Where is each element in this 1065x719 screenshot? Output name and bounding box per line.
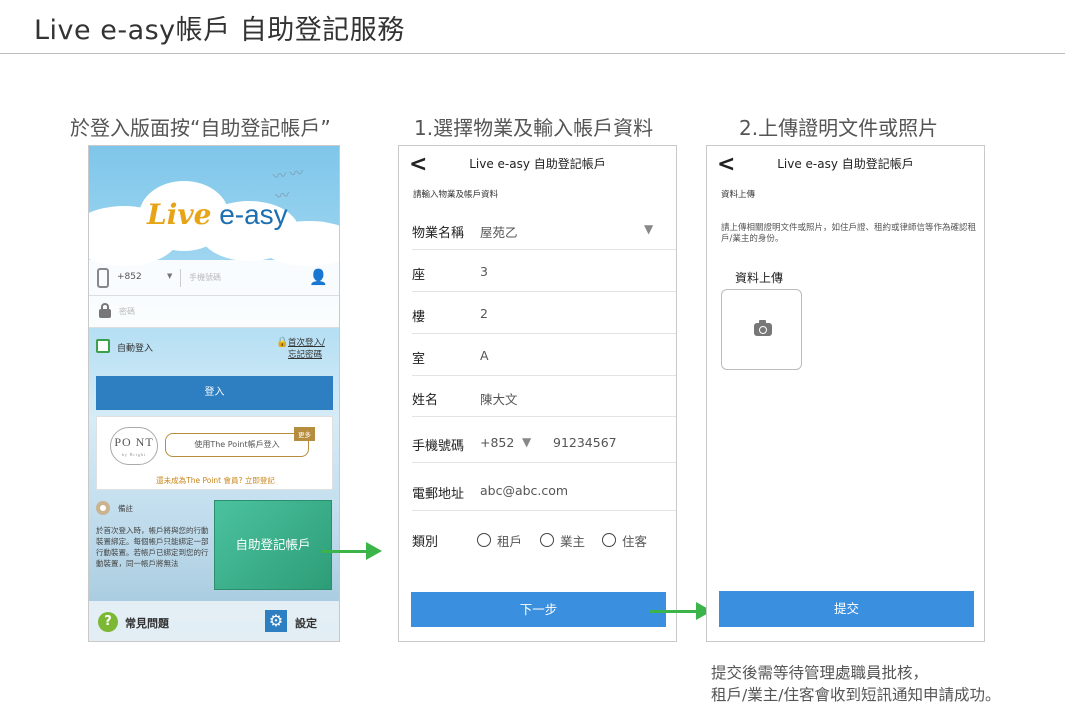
caption-step-1: 1.選擇物業及輸入帳戶資料	[414, 116, 654, 140]
unit-field[interactable]: 室 A	[412, 336, 676, 376]
register-screen: < Live e-asy 自助登記帳戶 請輸入物業及帳戶資料 物業名稱 屋苑乙 …	[398, 145, 677, 642]
email-field[interactable]: 電郵地址 abc@abc.com	[412, 471, 676, 511]
the-point-panel: PO NT by Bright 使用The Point帳戶登入 更多 還未成為Th…	[96, 416, 333, 490]
country-code-select[interactable]: +852	[117, 272, 142, 282]
login-screen: 〰〰〰 Live e-asy +852 ▼ 手機號碼 👤 密碼 自動登入 🔒 首…	[88, 145, 340, 642]
upload-label: 資料上傳	[735, 271, 784, 285]
phone-input[interactable]: 91234567	[553, 435, 617, 450]
unit-input[interactable]: A	[480, 348, 489, 363]
block-field[interactable]: 座 3	[412, 252, 676, 292]
auto-login-checkbox[interactable]	[96, 339, 110, 353]
phone-label: 手機號碼	[412, 439, 465, 454]
mobile-input[interactable]: 手機號碼	[189, 272, 221, 283]
bottom-bar: ? 常見問題 ⚙ 設定	[89, 601, 339, 641]
arrow-right-icon	[650, 602, 712, 620]
gear-icon[interactable]: ⚙	[265, 610, 287, 632]
name-input[interactable]: 陳大文	[480, 389, 518, 408]
upload-photo-box[interactable]	[721, 289, 802, 370]
add-user-icon[interactable]: 👤	[309, 268, 328, 286]
upload-subtitle: 資料上傳	[721, 190, 756, 200]
notes-title: 備註	[118, 504, 133, 513]
notes-text: 於首次登入時，帳戶將與您的行動裝置綁定。每個帳戶只能綁定一部行動裝置。若帳戶已綁…	[96, 526, 209, 568]
the-point-login-button[interactable]: 使用The Point帳戶登入	[165, 433, 309, 457]
the-point-register-link[interactable]: 還未成為The Point 會員? 立即登記	[97, 475, 334, 486]
unit-label: 室	[412, 352, 426, 367]
radio-resident-label[interactable]: 住客	[622, 531, 647, 550]
upload-description: 請上傳相關證明文件或照片，如住戶證、租約或律師信等作為確認租戶/業主的身份。	[721, 223, 977, 244]
caption-login-step: 於登入版面按“自助登記帳戶”	[70, 116, 331, 140]
first-login-text[interactable]: 首次登入/	[288, 338, 325, 348]
auto-login-label: 自動登入	[117, 344, 154, 354]
email-label: 電郵地址	[412, 487, 465, 502]
lock-icon	[99, 303, 111, 318]
type-field: 類別 租戶 業主 住客	[412, 519, 676, 559]
register-header-title: Live e-asy 自助登記帳戶	[469, 157, 606, 171]
name-label: 姓名	[412, 393, 439, 408]
page-title: Live e-asy帳戶 自助登記服務	[34, 15, 405, 46]
radio-tenant[interactable]	[477, 533, 491, 547]
field-divider	[180, 269, 181, 287]
notes-icon	[96, 501, 110, 515]
type-label: 類別	[412, 535, 439, 550]
radio-resident[interactable]	[602, 533, 616, 547]
name-field[interactable]: 姓名 陳大文	[412, 377, 676, 417]
logo-live-text: Live	[147, 198, 212, 231]
register-subtitle: 請輸入物業及帳戶資料	[413, 190, 499, 200]
the-point-logo-subtext: by Bright	[121, 452, 147, 457]
caret-down-icon[interactable]: ▼	[167, 272, 172, 280]
settings-link[interactable]: 設定	[295, 615, 317, 631]
upload-header-title: Live e-asy 自助登記帳戶	[777, 157, 914, 171]
the-point-logo: PO NT by Bright	[110, 427, 158, 465]
login-button[interactable]: 登入	[96, 376, 333, 410]
footnote-line-1: 提交後需等待管理處職員批核，	[711, 664, 929, 682]
arrow-right-icon	[322, 542, 382, 560]
the-point-logo-text: PO NT	[114, 435, 154, 449]
phone-code-select[interactable]: +852	[480, 435, 514, 450]
first-login-link[interactable]: 首次登入/忘記密碼	[288, 337, 325, 361]
notes-panel: 備註 於首次登入時，帳戶將與您的行動裝置綁定。每個帳戶只能綁定一部行動裝置。若帳…	[96, 501, 214, 595]
property-field[interactable]: 物業名稱 屋苑乙 ▼	[412, 210, 676, 250]
radio-owner-label[interactable]: 業主	[560, 531, 585, 550]
floor-input[interactable]: 2	[480, 306, 488, 321]
mobile-phone-icon	[97, 268, 109, 288]
radio-tenant-label[interactable]: 租戶	[497, 531, 522, 550]
auto-login-row: 自動登入 🔒 首次登入/忘記密碼	[96, 337, 336, 361]
floor-field[interactable]: 樓 2	[412, 294, 676, 334]
mobile-field[interactable]: +852 ▼ 手機號碼 👤	[89, 260, 339, 296]
phone-field[interactable]: 手機號碼 +852 ▼ 91234567	[412, 423, 676, 463]
block-label: 座	[412, 268, 426, 283]
dropdown-caret-icon[interactable]: ▼	[522, 435, 531, 449]
title-divider	[0, 53, 1065, 54]
property-label: 物業名稱	[412, 226, 465, 241]
approval-footnote: 提交後需等待管理處職員批核， 租戶/業主/住客會收到短訊通知申請成功。	[711, 662, 1000, 706]
self-register-button[interactable]: 自助登記帳戶	[214, 500, 332, 590]
email-input[interactable]: abc@abc.com	[480, 483, 568, 498]
upload-screen: < Live e-asy 自助登記帳戶 資料上傳 請上傳相關證明文件或照片，如住…	[706, 145, 985, 642]
logo-easy-text: e-asy	[211, 199, 288, 230]
app-logo: Live e-asy	[147, 198, 288, 231]
key-icon: 🔒	[276, 337, 289, 348]
more-badge[interactable]: 更多	[294, 427, 315, 441]
floor-label: 樓	[412, 310, 426, 325]
footnote-line-2: 租戶/業主/住客會收到短訊通知申請成功。	[711, 686, 1001, 704]
caption-step-2: 2.上傳證明文件或照片	[739, 116, 939, 140]
faq-link[interactable]: 常見問題	[125, 615, 169, 631]
property-select[interactable]: 屋苑乙	[480, 222, 518, 241]
block-input[interactable]: 3	[480, 264, 488, 279]
forgot-password-text[interactable]: 忘記密碼	[288, 350, 322, 360]
camera-icon[interactable]	[754, 320, 772, 336]
next-button[interactable]: 下一步	[411, 592, 666, 627]
submit-button[interactable]: 提交	[719, 591, 974, 627]
radio-owner[interactable]	[540, 533, 554, 547]
question-icon[interactable]: ?	[98, 612, 118, 632]
dropdown-caret-icon[interactable]: ▼	[644, 222, 653, 236]
password-field[interactable]: 密碼	[89, 296, 339, 328]
password-input[interactable]: 密碼	[119, 306, 135, 317]
